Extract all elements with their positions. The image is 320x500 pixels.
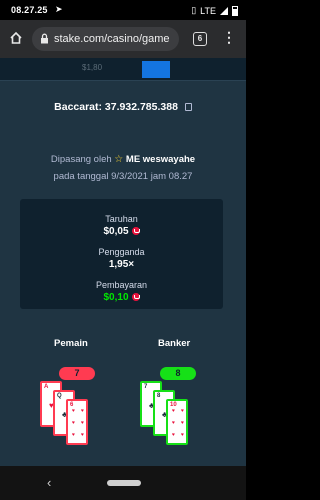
heart-suit-icon: ♥ bbox=[81, 420, 84, 426]
bet-amount-value: $0,05 bbox=[103, 226, 129, 237]
bet-detail-modal: Baccarat: 37.932.785.388 Dipasang oleh ☆… bbox=[0, 80, 246, 466]
wallet-button[interactable] bbox=[142, 61, 170, 78]
vip-star-icon: ☆ bbox=[114, 154, 124, 165]
bet-amount-row: $0,05 bbox=[20, 226, 223, 237]
telegram-icon: ➤ bbox=[55, 4, 63, 14]
status-indicators: ▯ LTE bbox=[191, 5, 238, 16]
bet-date: pada tanggal 9/3/2021 jam 08.27 bbox=[53, 171, 193, 182]
address-bar[interactable]: stake.com/casino/game bbox=[32, 27, 179, 51]
heart-suit-icon: ♥ bbox=[72, 408, 75, 414]
payout-label: Pembayaran bbox=[95, 280, 148, 290]
status-time: 08.27.25 bbox=[11, 5, 48, 15]
back-icon[interactable]: ‹ bbox=[47, 475, 51, 490]
playing-card: 6 ♥ ♥ ♥ ♥ ♥ ♥ bbox=[66, 399, 88, 445]
vibrate-icon: ▯ bbox=[191, 5, 197, 15]
banker-score-badge: 8 bbox=[160, 367, 196, 380]
tab-switcher-button[interactable]: 6 bbox=[193, 32, 207, 46]
playing-card: 10 ♥ ♥ ♥ ♥ ♥ ♥ bbox=[166, 399, 188, 445]
bet-title-row: Baccarat: 37.932.785.388 bbox=[0, 101, 246, 113]
card-rank: A bbox=[44, 384, 49, 390]
placed-by-prefix: Dipasang oleh bbox=[50, 154, 112, 165]
heart-suit-icon: ♥ bbox=[172, 408, 175, 414]
background-header: $1,80 bbox=[0, 58, 246, 80]
heart-suit-icon: ♥ bbox=[172, 432, 175, 438]
copy-icon[interactable] bbox=[184, 103, 192, 111]
bet-title: Baccarat: 37.932.785.388 bbox=[54, 101, 178, 113]
heart-suit-icon: ♥ bbox=[81, 408, 84, 414]
heart-suit-icon: ♥ bbox=[181, 408, 184, 414]
multiplier-label: Pengganda bbox=[98, 247, 145, 257]
more-menu-icon[interactable]: ⋮ bbox=[222, 30, 236, 44]
bet-stats-panel: Taruhan $0,05 Pengganda 1,95× Pembayaran… bbox=[20, 199, 223, 309]
card-rank: 8 bbox=[157, 393, 161, 399]
balance-text: $1,80 bbox=[82, 63, 103, 72]
stake-page: $1,80 Baccarat: 37.932.785.388 Dipasang … bbox=[0, 58, 246, 466]
payout-value: $0,10 bbox=[103, 292, 129, 303]
heart-suit-icon: ♥ bbox=[81, 432, 84, 438]
battery-icon bbox=[232, 5, 238, 16]
banker-label: Banker bbox=[158, 338, 191, 349]
card-rank: 7 bbox=[144, 384, 148, 390]
multiplier-value: 1,95× bbox=[108, 259, 135, 270]
url-text: stake.com/casino/game bbox=[54, 33, 170, 45]
heart-suit-icon: ♥ bbox=[181, 432, 184, 438]
android-status-bar: 08.27.25 ➤ ▯ LTE bbox=[0, 0, 246, 20]
android-nav-bar: ‹ bbox=[0, 466, 246, 500]
player-score-badge: 7 bbox=[59, 367, 95, 380]
network-label: LTE bbox=[200, 5, 216, 16]
currency-gem-icon bbox=[131, 293, 140, 301]
browser-toolbar: stake.com/casino/game 6 ⋮ bbox=[0, 20, 246, 58]
home-icon[interactable] bbox=[9, 31, 23, 45]
username-link[interactable]: ME weswayahe bbox=[126, 154, 195, 165]
payout-row: $0,10 bbox=[20, 292, 223, 303]
heart-suit-icon: ♥ bbox=[72, 432, 75, 438]
placed-by-line: Dipasang oleh ☆ ME weswayahe bbox=[0, 154, 246, 165]
card-rank: Q bbox=[57, 393, 62, 399]
currency-gem-icon bbox=[131, 227, 140, 235]
home-gesture-handle[interactable] bbox=[107, 480, 141, 486]
heart-suit-icon: ♥ bbox=[181, 420, 184, 426]
lock-icon bbox=[41, 33, 48, 44]
signal-icon bbox=[220, 6, 228, 15]
heart-suit-icon: ♥ bbox=[172, 420, 175, 426]
bet-amount-label: Taruhan bbox=[105, 214, 138, 224]
heart-suit-icon: ♥ bbox=[72, 420, 75, 426]
player-label: Pemain bbox=[54, 338, 88, 349]
